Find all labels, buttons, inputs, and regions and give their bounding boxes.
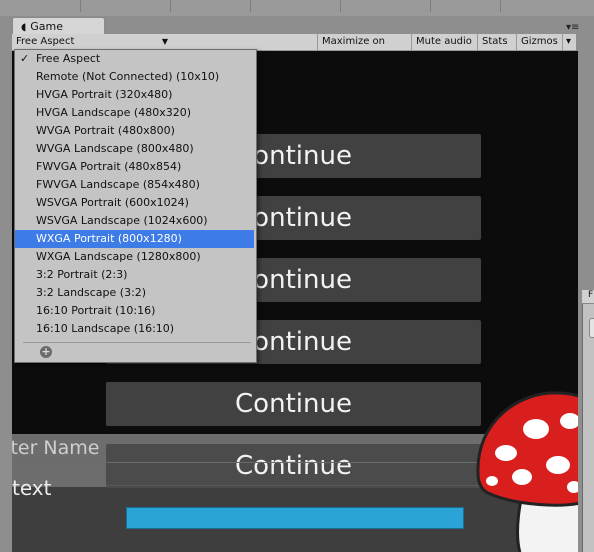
- progress-bar-fill: [127, 508, 463, 528]
- aspect-option-label: WXGA Portrait (800x1280): [36, 232, 182, 245]
- chevron-down-icon: ▾: [566, 36, 572, 47]
- divider: [12, 462, 482, 463]
- aspect-option-label: WXGA Landscape (1280x800): [36, 250, 201, 263]
- mute-audio-toggle[interactable]: Mute audio: [411, 34, 477, 50]
- aspect-option[interactable]: 3:2 Landscape (3:2): [15, 284, 254, 302]
- aspect-option[interactable]: FWVGA Landscape (854x480): [15, 176, 254, 194]
- divider: [106, 485, 481, 486]
- aspect-option[interactable]: WVGA Portrait (480x800): [15, 122, 254, 140]
- aspect-option[interactable]: 16:10 Landscape (16:10): [15, 320, 254, 338]
- aspect-option[interactable]: 3:2 Portrait (2:3): [15, 266, 254, 284]
- aspect-option-label: Free Aspect: [36, 52, 101, 65]
- editor-top-strip: [0, 0, 594, 16]
- aspect-option-label: 16:10 Landscape (16:10): [36, 322, 175, 335]
- maximize-on-play-toggle[interactable]: Maximize on Play: [317, 34, 411, 63]
- aspect-option-label: HVGA Portrait (320x480): [36, 88, 173, 101]
- aspect-option[interactable]: Remote (Not Connected) (10x10): [15, 68, 254, 86]
- strip-divider: [430, 0, 431, 12]
- progress-bar: [126, 507, 464, 529]
- strip-divider: [80, 0, 81, 12]
- chevron-down-icon: ▼: [161, 37, 168, 46]
- game-tab-icon: ◖: [21, 22, 27, 33]
- strip-divider: [500, 0, 501, 12]
- aspect-dropdown-label: Free Aspect: [16, 36, 75, 47]
- aspect-option-label: FWVGA Landscape (854x480): [36, 178, 200, 191]
- tab-game[interactable]: ◖ Game: [12, 17, 105, 35]
- side-panel-header[interactable]: F: [582, 290, 594, 304]
- strip-divider: [250, 0, 251, 12]
- stats-label: Stats: [482, 36, 508, 47]
- tab-game-label: Game: [30, 20, 64, 33]
- menu-separator: [23, 342, 251, 343]
- mushroom-icon: [476, 391, 578, 552]
- aspect-option[interactable]: WSVGA Landscape (1024x600): [15, 212, 254, 230]
- aspect-option-label: WSVGA Portrait (600x1024): [36, 196, 189, 209]
- side-panel-button[interactable]: [589, 318, 594, 338]
- mute-audio-label: Mute audio: [416, 36, 472, 47]
- aspect-option[interactable]: WSVGA Portrait (600x1024): [15, 194, 254, 212]
- aspect-option-label: HVGA Landscape (480x320): [36, 106, 192, 119]
- strip-divider: [340, 0, 341, 12]
- aspect-option-label: 16:10 Portrait (10:16): [36, 304, 156, 317]
- aspect-dropdown[interactable]: Free Aspect ▼: [12, 34, 172, 50]
- character-name-label: cter Name: [12, 437, 100, 459]
- aspect-option[interactable]: FWVGA Portrait (480x854): [15, 158, 254, 176]
- gizmos-toggle[interactable]: Gizmos: [516, 34, 562, 50]
- continue-button[interactable]: Continue: [106, 444, 481, 488]
- aspect-option-label: Remote (Not Connected) (10x10): [36, 70, 220, 83]
- aspect-option-label: 3:2 Portrait (2:3): [36, 268, 128, 281]
- aspect-option[interactable]: 16:10 Portrait (10:16): [15, 302, 254, 320]
- aspect-option[interactable]: HVGA Landscape (480x320): [15, 104, 254, 122]
- dialogue-text: text: [12, 476, 52, 500]
- checkmark-icon: ✓: [20, 52, 30, 65]
- aspect-option-label: FWVGA Portrait (480x854): [36, 160, 182, 173]
- aspect-option[interactable]: ✓ Free Aspect: [15, 50, 254, 68]
- add-aspect-icon[interactable]: +: [40, 346, 52, 358]
- aspect-option[interactable]: WXGA Landscape (1280x800): [15, 248, 254, 266]
- aspect-option-label: 3:2 Landscape (3:2): [36, 286, 147, 299]
- aspect-option-label: WSVGA Landscape (1024x600): [36, 214, 208, 227]
- aspect-option-selected[interactable]: WXGA Portrait (800x1280): [15, 230, 254, 248]
- aspect-option-label: WVGA Landscape (800x480): [36, 142, 194, 155]
- tab-menu-icon[interactable]: ▾≡: [566, 22, 579, 33]
- aspect-menu: ✓ Free Aspect Remote (Not Connected) (10x…: [14, 49, 257, 363]
- aspect-option[interactable]: HVGA Portrait (320x480): [15, 86, 254, 104]
- strip-divider: [170, 0, 171, 12]
- continue-button[interactable]: Continue: [106, 382, 481, 426]
- aspect-option-label: WVGA Portrait (480x800): [36, 124, 175, 137]
- gizmos-label: Gizmos: [521, 36, 558, 47]
- aspect-option[interactable]: WVGA Landscape (800x480): [15, 140, 254, 158]
- stats-toggle[interactable]: Stats: [477, 34, 516, 50]
- gizmos-dropdown-button[interactable]: ▾: [562, 34, 576, 50]
